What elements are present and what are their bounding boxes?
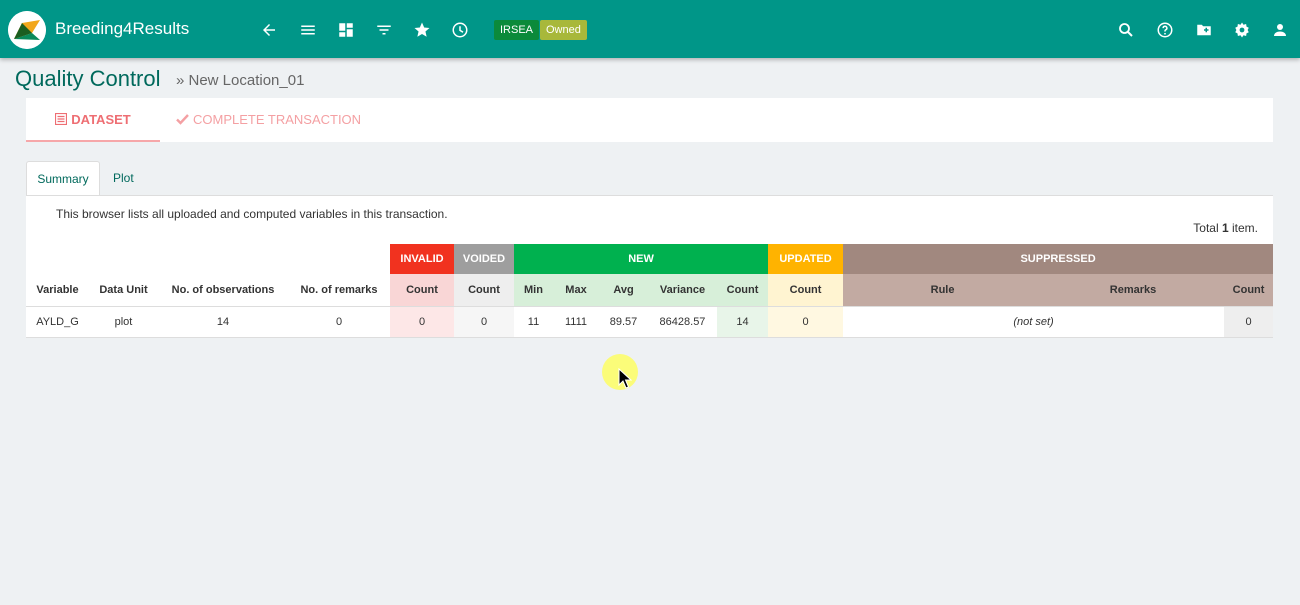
cell-variable[interactable]: AYLD_G [26,306,89,338]
variables-table: INVALID VOIDED NEW UPDATED SUPPRESSED Va… [26,244,1274,338]
column-header-voided-count[interactable]: Count [454,274,514,307]
cell-observations: 14 [158,306,288,338]
tab-complete-transaction[interactable]: COMPLETE TRANSACTION [176,98,361,142]
history-clock-icon[interactable] [451,21,469,39]
cell-suppressed-rule-remarks: (not set) [843,306,1225,338]
tab-dataset[interactable]: DATASET [26,98,160,142]
column-header-updated-count[interactable]: Count [768,274,844,307]
top-navbar: Breeding4Results IRSEA Owned [0,0,1300,58]
column-header-new-variance[interactable]: Variance [648,274,717,307]
program-badge[interactable]: IRSEA [494,20,540,40]
column-header-observations[interactable]: No. of observations [158,274,288,307]
column-header-new-avg[interactable]: Avg [599,274,648,307]
column-header-data-unit[interactable]: Data Unit [89,274,158,307]
help-icon[interactable] [1156,21,1174,39]
folder-add-icon[interactable] [1195,21,1213,39]
column-header-new-max[interactable]: Max [553,274,599,307]
group-header-suppressed: SUPPRESSED [843,244,1274,274]
column-header-new-count[interactable]: Count [717,274,769,307]
check-icon [176,99,189,142]
column-header-invalid-count[interactable]: Count [390,274,454,307]
main-tab-bar: DATASET COMPLETE TRANSACTION [26,98,1273,142]
list-alt-icon [55,99,68,142]
group-header-voided: VOIDED [454,244,514,274]
column-header-new-min[interactable]: Min [514,274,553,307]
cell-data-unit: plot [89,306,158,338]
search-icon[interactable] [1117,21,1135,39]
group-header-blank [26,244,390,274]
mouse-pointer-icon [618,367,633,395]
group-header-updated: UPDATED [768,244,844,274]
table-row: AYLD_G plot 14 0 0 0 11 1111 89.57 86428… [26,306,1274,338]
column-header-suppressed-rule[interactable]: Rule [843,274,1043,307]
settings-gear-icon[interactable] [1233,21,1251,39]
cell-new-count: 14 [717,306,769,338]
cell-suppressed-count: 0 [1224,306,1274,338]
total-items-summary: Total 1 item. [1193,221,1258,235]
star-icon[interactable] [413,21,431,39]
ownership-badge[interactable]: Owned [540,20,587,40]
cell-new-avg: 89.57 [599,306,648,338]
breadcrumb: » New Location_01 [176,72,305,89]
cell-voided-count: 0 [454,306,514,338]
cell-updated-count: 0 [768,306,844,338]
group-header-new: NEW [514,244,769,274]
app-brand[interactable]: Breeding4Results [55,19,189,39]
page-title: Quality Control [15,66,161,91]
user-account-icon[interactable] [1271,21,1289,39]
back-arrow-icon[interactable] [260,21,278,39]
cell-new-variance: 86428.57 [648,306,717,338]
dashboard-icon[interactable] [337,21,355,39]
column-header-remarks[interactable]: No. of remarks [288,274,390,307]
summary-description: This browser lists all uploaded and comp… [56,207,448,221]
column-header-variable[interactable]: Variable [26,274,89,307]
subtab-plot[interactable]: Plot [113,161,134,196]
cell-invalid-count: 0 [390,306,454,338]
column-header-suppressed-count[interactable]: Count [1224,274,1274,307]
cell-remarks: 0 [288,306,390,338]
group-header-invalid: INVALID [390,244,454,274]
filter-icon[interactable] [375,21,393,39]
subtab-summary[interactable]: Summary [26,161,100,196]
summary-panel: This browser lists all uploaded and comp… [26,195,1274,338]
cell-new-min: 11 [514,306,553,338]
menu-icon[interactable] [299,21,317,39]
cell-new-max: 1111 [553,306,599,338]
column-header-suppressed-remarks[interactable]: Remarks [1042,274,1225,307]
app-logo-icon[interactable] [8,11,46,49]
